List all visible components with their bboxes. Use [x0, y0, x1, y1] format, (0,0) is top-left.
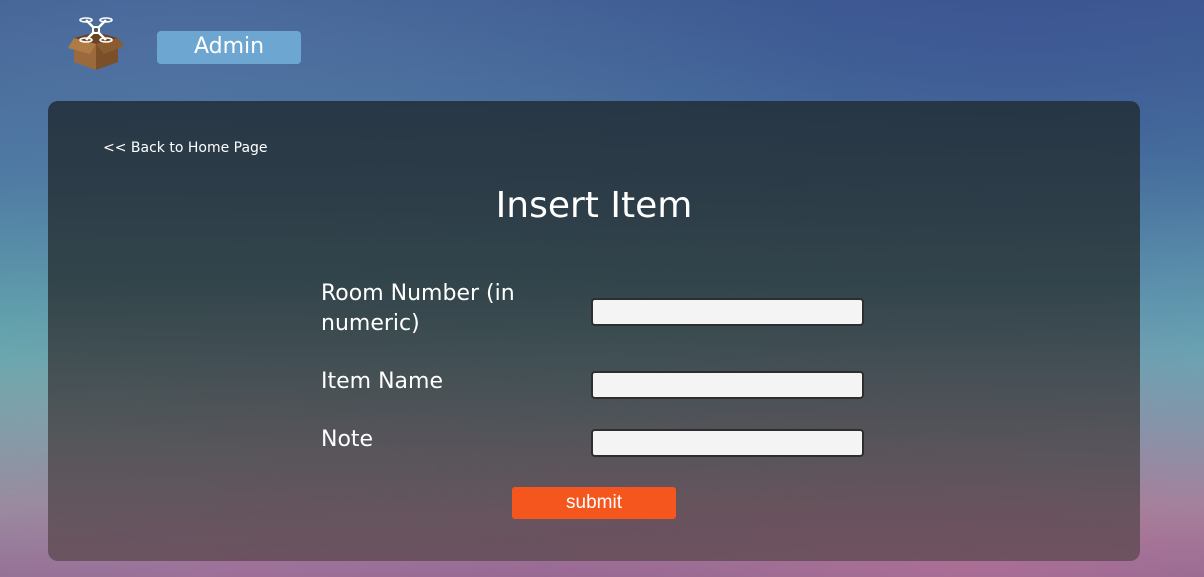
back-to-home-link[interactable]: << Back to Home Page — [103, 140, 268, 156]
room-number-input[interactable] — [591, 298, 864, 326]
submit-button[interactable]: submit — [512, 487, 676, 519]
logo-drone-box-icon — [66, 14, 126, 72]
item-name-input[interactable] — [591, 371, 864, 399]
insert-item-panel: << Back to Home Page Insert Item Room Nu… — [48, 101, 1140, 561]
room-number-label: Room Number (in numeric) — [321, 281, 515, 336]
admin-button[interactable]: Admin — [157, 31, 301, 64]
note-label: Note — [321, 427, 374, 452]
note-input[interactable] — [591, 429, 864, 457]
item-name-label: Item Name — [321, 369, 443, 394]
page-title: Insert Item — [495, 185, 693, 226]
